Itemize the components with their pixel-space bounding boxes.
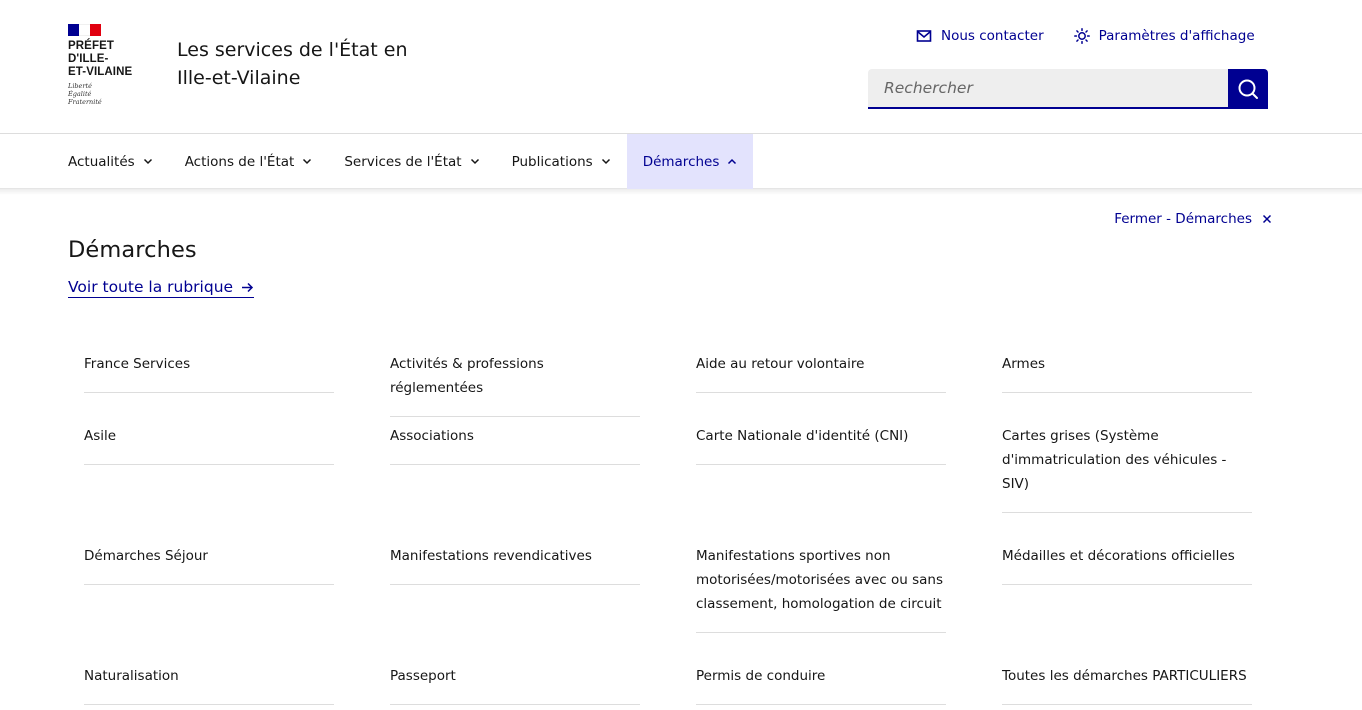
- menu-item-asile[interactable]: Asile: [84, 424, 334, 465]
- menu-item-france-services[interactable]: France Services: [84, 352, 334, 393]
- menu-item-manifestations-revendicatives[interactable]: Manifestations revendicatives: [390, 544, 640, 585]
- nav-item-label: Démarches: [642, 153, 720, 170]
- close-menu-button[interactable]: Fermer - Démarches: [1114, 211, 1272, 227]
- menu-item-naturalisation[interactable]: Naturalisation: [84, 664, 334, 705]
- search-icon: [1238, 79, 1258, 99]
- menu-item-aide-retour[interactable]: Aide au retour volontaire: [696, 352, 946, 393]
- menu-item-armes[interactable]: Armes: [1002, 352, 1252, 393]
- menu-item-label: Permis de conduire: [696, 668, 826, 684]
- demarches-mega-menu: Fermer - Démarches Démarches Voir toute …: [0, 189, 1362, 710]
- chevron-down-icon: [143, 158, 152, 165]
- nav-item-actions-etat[interactable]: Actions de l'État: [169, 134, 329, 189]
- display-settings-label: Paramètres d'affichage: [1098, 28, 1255, 44]
- menu-item-cni[interactable]: Carte Nationale d'identité (CNI): [696, 424, 946, 465]
- menu-item-label: Naturalisation: [84, 668, 179, 684]
- nav-item-demarches[interactable]: Démarches: [626, 134, 754, 189]
- close-icon: [1262, 214, 1272, 224]
- nav-item-label: Publications: [511, 153, 593, 170]
- menu-item-permis-conduire[interactable]: Permis de conduire: [696, 664, 946, 705]
- contact-link[interactable]: Nous contacter: [916, 28, 1044, 44]
- main-navigation: Actualités Actions de l'État Services de…: [0, 134, 1362, 189]
- menu-item-label: Activités & professions réglementées: [390, 356, 544, 396]
- site-title-line: Les services de l'État en: [177, 39, 408, 61]
- menu-item-label: Asile: [84, 428, 117, 444]
- menu-item-demarches-sejour[interactable]: Démarches Séjour: [84, 544, 334, 585]
- nav-item-actualites[interactable]: Actualités: [52, 134, 169, 189]
- menu-item-manifestations-sportives[interactable]: Manifestations sportives non motorisées/…: [696, 544, 946, 633]
- menu-item-activites-professions[interactable]: Activités & professions réglementées: [390, 352, 640, 417]
- menu-item-label: Armes: [1002, 356, 1046, 372]
- menu-item-toutes-demarches[interactable]: Toutes les démarches PARTICULIERS: [1002, 664, 1252, 705]
- chevron-down-icon: [601, 158, 610, 165]
- menu-shadow: [0, 189, 1362, 195]
- menu-item-passeport[interactable]: Passeport: [390, 664, 640, 705]
- see-all-link[interactable]: Voir toute la rubrique: [68, 278, 255, 298]
- menu-item-label: Médailles et décorations officielles: [1002, 548, 1235, 564]
- menu-item-label: Associations: [390, 428, 474, 444]
- site-title[interactable]: Les services de l'État en Ille-et-Vilain…: [177, 36, 457, 92]
- site-title-line: Ille-et-Vilaine: [177, 67, 301, 89]
- menu-item-label: Cartes grises (Système d'immatriculation…: [1002, 428, 1227, 492]
- display-settings-button[interactable]: Paramètres d'affichage: [1073, 28, 1255, 44]
- search-bar: [868, 69, 1268, 109]
- search-input[interactable]: [868, 69, 1228, 109]
- nav-item-publications[interactable]: Publications: [496, 134, 627, 189]
- search-button[interactable]: [1228, 69, 1268, 109]
- menu-item-label: France Services: [84, 356, 191, 372]
- mail-icon: [916, 30, 932, 42]
- menu-item-label: Passeport: [390, 668, 456, 684]
- chevron-down-icon: [303, 158, 312, 165]
- menu-item-label: Aide au retour volontaire: [696, 356, 865, 372]
- logo-title-line: PRÉFET: [68, 40, 114, 52]
- close-menu-label: Fermer - Démarches: [1114, 211, 1252, 227]
- menu-item-medailles[interactable]: Médailles et décorations officielles: [1002, 544, 1252, 585]
- motto-line: Fraternité: [68, 98, 102, 106]
- french-flag-icon: [68, 24, 101, 36]
- arrow-right-icon: [242, 282, 254, 292]
- menu-item-label: Manifestations revendicatives: [390, 548, 592, 564]
- header-tools: Nous contacter Paramètres d'affichage: [916, 24, 1255, 48]
- nav-item-label: Actions de l'État: [184, 153, 295, 170]
- menu-item-label: Toutes les démarches PARTICULIERS: [1002, 668, 1247, 684]
- site-header: PRÉFET D'ILLE- ET-VILAINE Liberté Égalit…: [0, 0, 1362, 134]
- chevron-up-icon: [728, 158, 737, 165]
- menu-item-label: Manifestations sportives non motorisées/…: [696, 548, 944, 612]
- logo-title-line: D'ILLE-: [68, 53, 109, 65]
- menu-item-label: Démarches Séjour: [84, 548, 208, 564]
- logo-motto: Liberté Égalité Fraternité: [68, 82, 148, 106]
- motto-line: Égalité: [68, 90, 92, 98]
- nav-item-label: Services de l'État: [344, 153, 462, 170]
- motto-line: Liberté: [68, 82, 92, 90]
- menu-item-label: Carte Nationale d'identité (CNI): [696, 428, 909, 444]
- nav-item-services-etat[interactable]: Services de l'État: [328, 134, 495, 189]
- see-all-label: Voir toute la rubrique: [68, 278, 234, 296]
- contact-label: Nous contacter: [941, 28, 1044, 44]
- logo-title-line: ET-VILAINE: [68, 66, 133, 78]
- chevron-down-icon: [470, 158, 479, 165]
- sun-icon: [1073, 28, 1090, 44]
- menu-item-associations[interactable]: Associations: [390, 424, 640, 465]
- menu-title: Démarches: [68, 237, 197, 263]
- menu-item-cartes-grises[interactable]: Cartes grises (Système d'immatriculation…: [1002, 424, 1252, 513]
- nav-item-label: Actualités: [68, 153, 135, 170]
- republique-francaise-logo[interactable]: PRÉFET D'ILLE- ET-VILAINE Liberté Égalit…: [68, 24, 148, 106]
- logo-title: PRÉFET D'ILLE- ET-VILAINE: [68, 40, 148, 79]
